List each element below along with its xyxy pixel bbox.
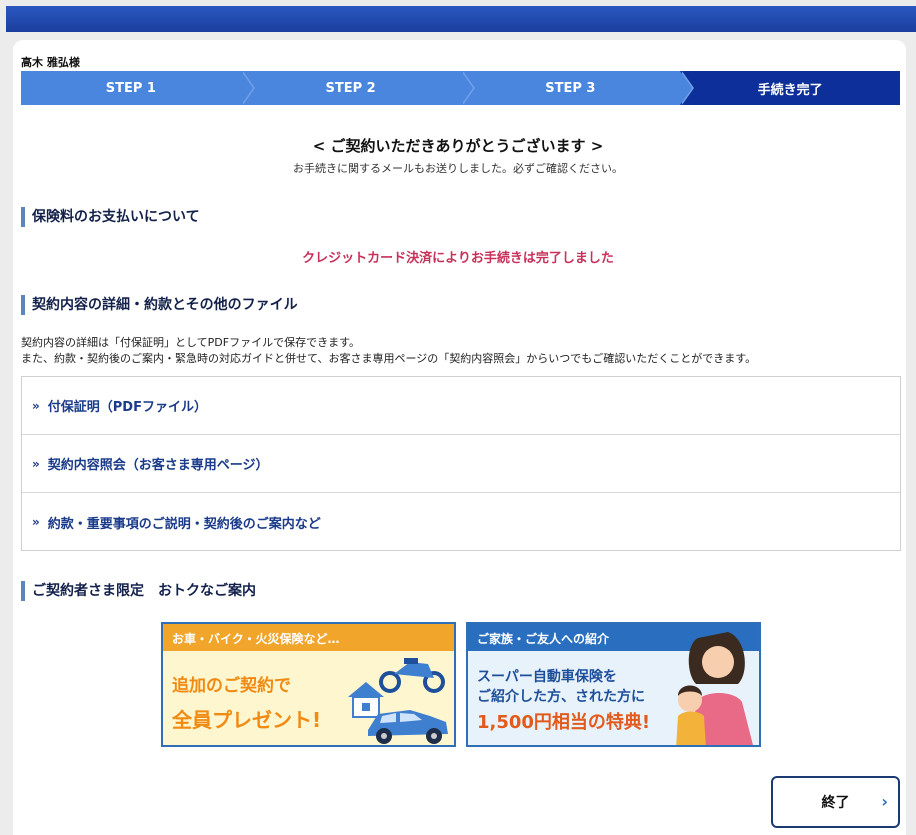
top-header-bar: [6, 6, 916, 32]
double-chevron-icon: »: [32, 515, 40, 529]
step-complete: 手続き完了: [680, 71, 900, 105]
banner2-line3: 1,500円相当の特典!: [477, 712, 651, 733]
step-3-label: STEP 3: [545, 80, 596, 96]
document-links-list: » 付保証明（PDFファイル） » 契約内容照会（お客さま専用ページ） » 約款…: [21, 376, 901, 551]
step-arrow: [680, 71, 693, 105]
documents-section-heading: 契約内容の詳細・約款とその他のファイル: [21, 295, 298, 315]
documents-desc-line2: また、約款・契約後のご案内・緊急時の対応ガイドと併せて、お客さま専用ページの「契…: [21, 352, 757, 365]
banner1-line1: 追加のご契約で: [172, 676, 291, 696]
step-arrow: [460, 71, 473, 105]
house-icon: [348, 682, 384, 718]
step-1: STEP 1: [21, 71, 255, 105]
motorcycle-icon: [379, 658, 445, 693]
documents-desc-line1: 契約内容の詳細は「付保証明」としてPDFファイルで保存できます。: [21, 336, 360, 349]
link-certificate-pdf[interactable]: » 付保証明（PDFファイル）: [22, 377, 900, 435]
link-label: 契約内容照会（お客さま専用ページ）: [47, 458, 269, 473]
banner2-line1: スーパー自動車保険を: [477, 669, 617, 685]
thanks-subtitle: お手続きに関するメールもお送りしました。必ずご確認ください。: [293, 162, 623, 175]
chevron-right-icon: ›: [881, 792, 888, 811]
step-3: STEP 3: [460, 71, 695, 105]
step-complete-label: 手続き完了: [757, 82, 823, 98]
family-illustration: [676, 632, 753, 745]
step-2-label: STEP 2: [325, 80, 376, 96]
banner1-header: お車・バイク・火災保険など…: [163, 624, 454, 651]
step-arrow: [240, 71, 253, 105]
end-button[interactable]: 終了 ›: [771, 776, 900, 828]
vehicles-house-illustration: [348, 658, 448, 744]
step-2: STEP 2: [240, 71, 475, 105]
payment-section-heading: 保険料のお支払いについて: [21, 207, 200, 227]
link-label: 約款・重要事項のご説明・契約後のご案内など: [47, 516, 321, 532]
double-chevron-icon: »: [32, 398, 40, 413]
step-progress-bar: STEP 1 STEP 2 STEP 3 手続き完了: [21, 71, 900, 105]
banner-referral[interactable]: ご家族・ご友人への紹介 スーパー自動車保険を ご紹介した方、された方に 1,50…: [466, 622, 761, 747]
end-button-label: 終了: [821, 795, 850, 811]
link-terms-guide[interactable]: » 約款・重要事項のご説明・契約後のご案内など: [22, 493, 900, 551]
car-icon: [368, 710, 448, 744]
child-figure: [676, 685, 706, 745]
payment-complete-message: クレジットカード決済によりお手続きは完了しました: [302, 251, 614, 266]
link-contract-inquiry[interactable]: » 契約内容照会（お客さま専用ページ）: [22, 435, 900, 493]
link-label: 付保証明（PDFファイル）: [47, 400, 207, 415]
double-chevron-icon: »: [32, 456, 40, 471]
banner1-line2: 全員プレゼント!: [172, 708, 322, 732]
banner2-line2: ご紹介した方、された方に: [477, 689, 645, 705]
user-name: 高木 雅弘様: [21, 56, 80, 69]
step-1-label: STEP 1: [105, 80, 156, 96]
thanks-title: < ご契約いただきありがとうございます >: [312, 137, 604, 155]
banner-additional-contract[interactable]: お車・バイク・火災保険など… 追加のご契約で 全員プレゼント!: [161, 622, 456, 747]
offers-section-heading: ご契約者さま限定 おトクなご案内: [21, 581, 256, 601]
